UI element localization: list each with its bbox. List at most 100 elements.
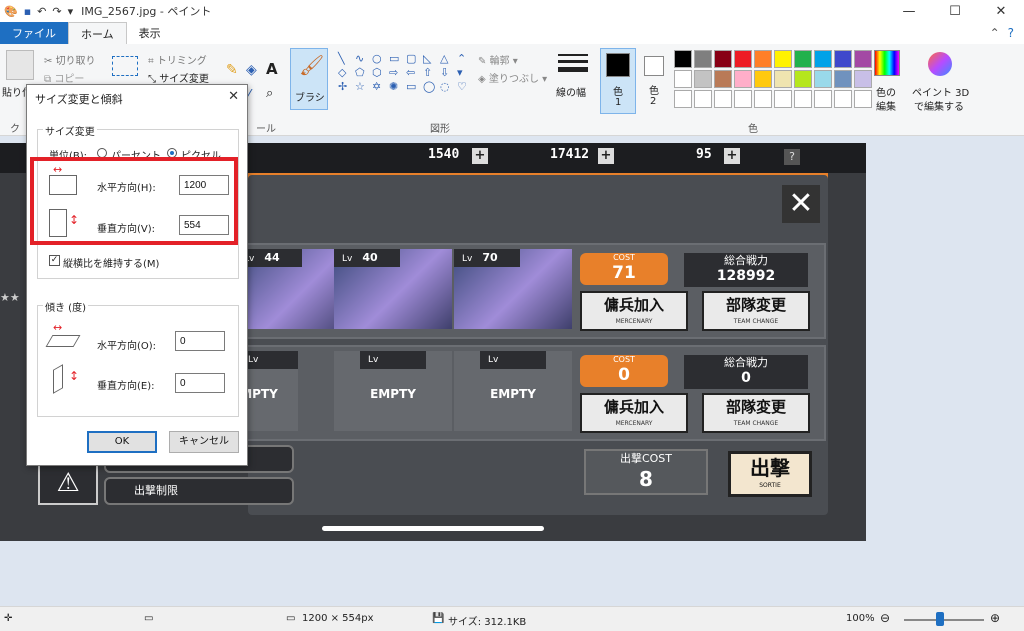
palette-swatch[interactable]: [694, 50, 712, 68]
line-width-button[interactable]: 線の幅: [556, 84, 586, 99]
paint3d-label-a[interactable]: ペイント 3D: [912, 84, 969, 99]
palette-swatch[interactable]: [734, 70, 752, 88]
image-dimensions: 1200 × 554px: [302, 613, 374, 624]
palette-swatch[interactable]: [854, 50, 872, 68]
paint3d-icon[interactable]: [928, 52, 952, 76]
game-help-icon: ?: [784, 149, 800, 165]
tab-view[interactable]: 表示: [127, 22, 173, 44]
resource-2-value: 17412: [550, 147, 590, 162]
undo-icon[interactable]: ↶: [37, 5, 46, 18]
select-icon[interactable]: [112, 56, 138, 76]
custom-color-slot[interactable]: [674, 90, 692, 108]
lv-badge: Lv: [480, 351, 546, 369]
resize-group-label: サイズ変更: [43, 123, 97, 138]
shape-gallery[interactable]: ╲ ∿ ○ ▭ ▢ ◺ △ ⌃ ◇ ⬠ ⬡ ⇨ ⇦ ⇧ ⇩ ▾ ✢ ☆ ✡ ✺ ▭ ◯ ◌ ♡: [338, 52, 468, 93]
brush-button[interactable]: 🖌 ブラシ: [290, 48, 328, 110]
resource-1-value: 1540: [428, 147, 460, 162]
paint3d-label-b[interactable]: で編集する: [914, 98, 964, 113]
palette-swatch[interactable]: [674, 50, 692, 68]
keep-ratio-checkbox[interactable]: ✓: [49, 255, 60, 266]
palette-swatch[interactable]: [714, 70, 732, 88]
palette-swatch[interactable]: [714, 50, 732, 68]
lv-badge: Lv: [360, 351, 426, 369]
zoom-slider-thumb[interactable]: [936, 612, 944, 626]
palette-swatch[interactable]: [734, 50, 752, 68]
palette-swatch[interactable]: [814, 70, 832, 88]
customize-toolbar-icon[interactable]: ▾: [68, 5, 74, 18]
zoom-slider-track[interactable]: [904, 619, 984, 621]
palette-swatch[interactable]: [774, 50, 792, 68]
fill-button[interactable]: ◈ 塗りつぶし ▾: [478, 70, 547, 85]
pencil-icon[interactable]: ✎: [226, 62, 238, 78]
help-icon[interactable]: ?: [1008, 26, 1014, 40]
skew-horizontal-input[interactable]: [175, 331, 225, 351]
custom-color-slot[interactable]: [754, 90, 772, 108]
tab-file[interactable]: ファイル: [0, 22, 68, 44]
dialog-close-icon[interactable]: ✕: [228, 89, 239, 104]
custom-color-slot[interactable]: [714, 90, 732, 108]
edit-colors-label-a[interactable]: 色の: [876, 84, 896, 99]
palette-swatch[interactable]: [834, 70, 852, 88]
cursor-position-icon: ✛: [4, 613, 13, 624]
custom-color-slot[interactable]: [734, 90, 752, 108]
edit-colors-icon[interactable]: [874, 50, 900, 76]
close-button[interactable]: ✕: [978, 0, 1024, 22]
minimize-button[interactable]: —: [886, 0, 932, 22]
redo-icon[interactable]: ↷: [52, 5, 61, 18]
cut-button[interactable]: ✂ 切り取り: [44, 52, 96, 67]
character-slot-2: Lv 40: [334, 249, 452, 329]
save-icon[interactable]: ▪: [24, 5, 31, 18]
color-palette[interactable]: [674, 50, 872, 108]
outline-button[interactable]: ✎ 輪郭 ▾: [478, 52, 518, 67]
trim-button[interactable]: ⌗ トリミング: [148, 52, 207, 67]
palette-swatch[interactable]: [694, 70, 712, 88]
custom-color-slot[interactable]: [774, 90, 792, 108]
zoom-in-icon[interactable]: ⊕: [990, 611, 1000, 625]
resize-button[interactable]: ⤡ サイズ変更: [148, 70, 209, 85]
palette-swatch[interactable]: [774, 70, 792, 88]
ok-button[interactable]: OK: [87, 431, 157, 453]
palette-swatch[interactable]: [794, 50, 812, 68]
custom-color-slot[interactable]: [794, 90, 812, 108]
collapse-ribbon-icon[interactable]: ⌃: [990, 26, 1000, 40]
palette-swatch[interactable]: [794, 70, 812, 88]
edit-colors-label-b[interactable]: 編集: [876, 98, 896, 113]
line-width-icon[interactable]: [558, 52, 588, 78]
cancel-button[interactable]: キャンセル: [169, 431, 239, 453]
zoom-out-icon[interactable]: ⊖: [880, 611, 890, 625]
custom-color-slot[interactable]: [814, 90, 832, 108]
text-icon[interactable]: A: [266, 60, 278, 78]
brush-icon: 🖌: [299, 53, 325, 77]
team-change-button-2: 部隊変更 TEAM CHANGE: [702, 393, 810, 433]
palette-swatch[interactable]: [754, 50, 772, 68]
palette-swatch[interactable]: [834, 50, 852, 68]
palette-swatch[interactable]: [674, 70, 692, 88]
skew-vertical-input[interactable]: [175, 373, 225, 393]
color1-button[interactable]: 色 1: [600, 48, 636, 114]
skew-vertical-label: 垂直方向(E):: [97, 381, 155, 392]
fill-icon[interactable]: ◈: [246, 62, 257, 78]
custom-color-slot[interactable]: [854, 90, 872, 108]
palette-swatch[interactable]: [754, 70, 772, 88]
dialog-title: サイズ変更と傾斜: [35, 93, 123, 106]
custom-color-slot[interactable]: [834, 90, 852, 108]
resource-3-plus-icon: +: [724, 148, 740, 164]
copy-button[interactable]: ⧉ コピー: [44, 70, 84, 85]
skew-group: [37, 305, 239, 417]
cut-label: 切り取り: [55, 56, 96, 67]
fill-label: 塗りつぶし: [488, 74, 539, 85]
paste-icon[interactable]: [6, 50, 34, 80]
color-picker-icon[interactable]: ⁄: [248, 88, 250, 103]
custom-color-slot[interactable]: [694, 90, 712, 108]
palette-swatch[interactable]: [814, 50, 832, 68]
resource-1-plus-icon: +: [472, 148, 488, 164]
maximize-button[interactable]: ☐: [932, 0, 978, 22]
palette-swatch[interactable]: [854, 70, 872, 88]
tab-home[interactable]: ホーム: [68, 22, 127, 44]
magnifier-icon[interactable]: ⌕: [266, 86, 273, 101]
color1-swatch: [606, 53, 630, 77]
outline-label: 輪郭: [489, 56, 510, 67]
mercenary-button-2: 傭兵加入 MERCENARY: [580, 393, 688, 433]
keep-ratio-label[interactable]: 縦横比を維持する(M): [63, 255, 159, 270]
color2-button[interactable]: 色 2: [640, 48, 670, 114]
